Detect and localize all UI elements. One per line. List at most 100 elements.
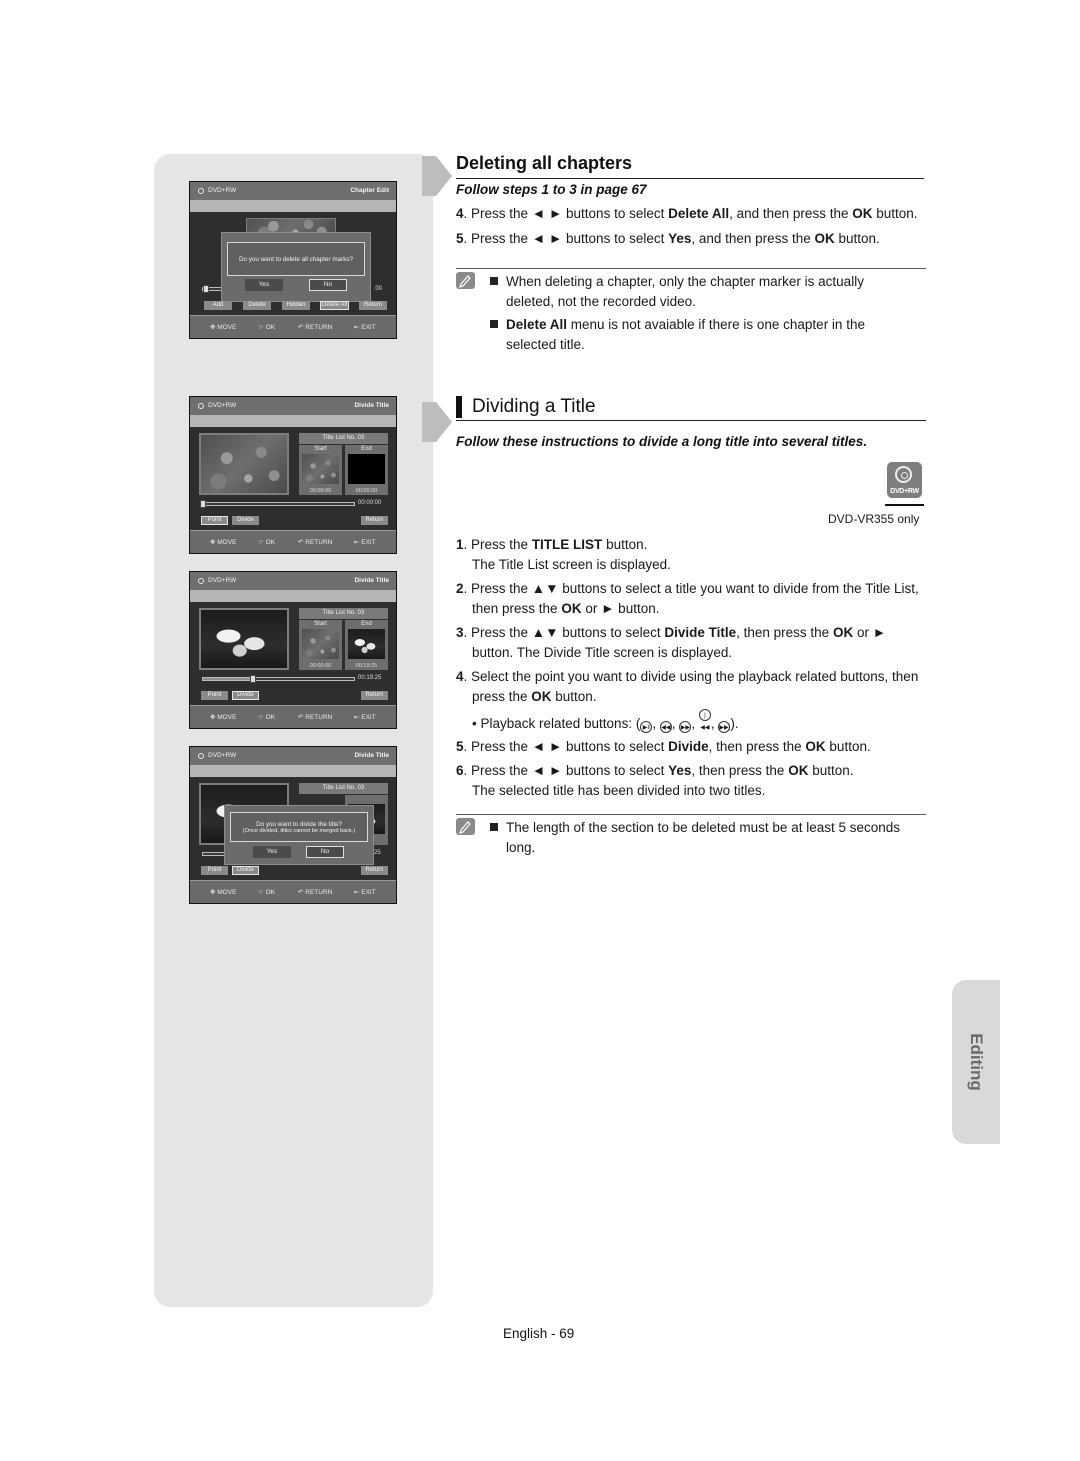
play-pause-icon: ▶‖: [640, 721, 653, 733]
note-rule: [456, 268, 926, 269]
body-text: button.: [551, 688, 597, 704]
return-button[interactable]: Return: [361, 516, 388, 525]
osd-nav-bar: ✥ MOVE ☞ OK ↶ RETURN ⇤ EXIT: [190, 880, 396, 903]
osd-nav-bar: ✥ MOVE ☞ OK ↶ RETURN ⇤ EXIT: [190, 530, 396, 553]
osd-strip: [190, 765, 396, 777]
body-text: button.: [834, 230, 880, 246]
osd-nav-bar: ✥ MOVE ☞ OK ↶ RETURN ⇤ EXIT: [190, 705, 396, 728]
section-heading: Deleting all chapters: [456, 153, 633, 173]
osd-chapter-edit-screen: DVD+RW Chapter Edit 00 Do you want to de…: [189, 181, 397, 339]
section-heading: Dividing a Title: [472, 396, 596, 417]
step-number: 4: [456, 669, 464, 684]
side-tab-label: Editing: [967, 1033, 986, 1091]
video-preview: [199, 433, 289, 495]
osd-divide-title-screen: DVD+RW Divide Title Title List No. 03 St…: [189, 571, 397, 729]
end-image: [348, 629, 385, 659]
point-button[interactable]: Point: [201, 516, 228, 525]
skip-back-icon: |◀◀: [698, 709, 711, 731]
dialog-yes-button[interactable]: Yes: [253, 846, 291, 858]
start-label: Start: [314, 621, 327, 627]
divide-button[interactable]: Divide: [232, 866, 259, 875]
end-time: 00:00:00: [355, 488, 378, 494]
step-number: 2: [456, 581, 464, 596]
disc-label: DVD+RW: [208, 577, 237, 584]
return-button[interactable]: Return: [361, 866, 388, 875]
dvd-rw-badge: DVD+RW: [887, 462, 922, 498]
osd-strip: [190, 415, 396, 427]
dialog-no-button[interactable]: No: [309, 279, 347, 291]
square-bullet-icon: [490, 320, 498, 328]
add-button[interactable]: Add: [204, 301, 232, 310]
step-item: 6. Press the ◄ ► buttons to select Yes, …: [456, 761, 931, 800]
note-item: The length of the section to be deleted …: [490, 818, 930, 857]
return-button[interactable]: Return: [361, 691, 388, 700]
side-tab-editing[interactable]: Editing: [952, 980, 1000, 1144]
ok-hint: ☞ OK: [258, 324, 276, 331]
body-text: Press the ▲▼ buttons to select: [471, 625, 665, 640]
section-subheading: Follow these instructions to divide a lo…: [456, 434, 868, 449]
start-thumbnail: Start 00:00:00: [299, 445, 342, 495]
osd-strip: [190, 200, 396, 212]
badge-label: DVD+RW: [890, 488, 919, 495]
screen-title: Chapter Edit: [350, 187, 389, 194]
disc-label: DVD+RW: [208, 187, 237, 194]
note-rule: [456, 814, 926, 815]
section-arrow-icon: [422, 156, 452, 196]
emphasis-text: Yes: [668, 230, 692, 246]
progress-bar[interactable]: [200, 500, 355, 508]
point-button[interactable]: Point: [201, 691, 228, 700]
point-button[interactable]: Point: [201, 866, 228, 875]
time-readout: 00: [375, 286, 382, 292]
square-bullet-icon: [490, 277, 498, 285]
step-number: 1: [456, 537, 464, 552]
body-text: , and then press the: [691, 230, 815, 246]
dialog-message-line: Do you want to divide the title?: [256, 820, 342, 828]
section-arrow-icon: [422, 402, 452, 442]
delete-button[interactable]: Delete: [243, 301, 271, 310]
heading-bar: [456, 396, 462, 418]
section-subheading: Follow steps 1 to 3 in page 67: [456, 182, 647, 197]
step-list: 4. Press the ◄ ► buttons to select Delet…: [456, 204, 931, 253]
emphasis-text: Divide Title: [664, 625, 737, 640]
body-text: Press the ◄ ► buttons to select: [471, 763, 669, 778]
divide-button[interactable]: Divide: [232, 691, 259, 700]
body-text: button.: [808, 763, 854, 778]
step-separator: .: [463, 581, 472, 596]
note-list: The length of the section to be deleted …: [490, 818, 930, 861]
body-text: Press the ◄ ► buttons to select: [471, 738, 669, 754]
disc-label: DVD+RW: [208, 752, 237, 759]
osd-topbar: DVD+RW Divide Title: [190, 747, 396, 765]
body-text: Press the ◄ ► buttons to select: [471, 230, 669, 246]
osd-nav-bar: ✥ MOVE ☞ OK ↶ RETURN ⇤ EXIT: [190, 315, 396, 338]
video-preview: [199, 608, 289, 670]
step-item: 4. Press the ◄ ► buttons to select Delet…: [456, 204, 931, 224]
divide-button[interactable]: Divide: [232, 516, 259, 525]
disc-icon: [198, 753, 204, 759]
return-button[interactable]: Return: [359, 301, 387, 310]
emphasis-text: Divide: [668, 738, 709, 754]
end-thumbnail: End 00:00:00: [345, 445, 388, 495]
progress-knob[interactable]: [249, 675, 256, 683]
progress-knob[interactable]: [200, 500, 206, 508]
end-thumbnail: End 00:19:25: [345, 620, 388, 670]
move-hint: ✥ MOVE: [210, 889, 237, 896]
progress-knob[interactable]: [203, 285, 209, 293]
body-text: or ► button.: [581, 600, 660, 616]
hidden-button[interactable]: Hidden: [282, 301, 310, 310]
body-text: Press the ◄ ► buttons to select: [471, 206, 669, 221]
body-text: The Title List screen is displayed.: [472, 556, 671, 572]
dialog-yes-button[interactable]: Yes: [245, 279, 283, 291]
note-item: Delete All menu is not avaiable if there…: [490, 315, 910, 354]
body-text: button.: [602, 537, 648, 552]
end-label: End: [361, 446, 372, 452]
delete-all-button[interactable]: Delete All: [320, 301, 349, 310]
body-text: , and then press the: [729, 206, 853, 221]
confirm-dialog: Do you want to divide the title? (Once d…: [224, 805, 374, 865]
end-time: 00:19:25: [355, 663, 378, 669]
osd-topbar: DVD+RW Divide Title: [190, 397, 396, 415]
disc-icon: [895, 466, 912, 483]
title-list-label: Title List No. 03: [299, 783, 388, 794]
dialog-no-button[interactable]: No: [306, 846, 344, 858]
start-time: 00:00:00: [309, 663, 332, 669]
progress-bar[interactable]: [202, 675, 355, 683]
